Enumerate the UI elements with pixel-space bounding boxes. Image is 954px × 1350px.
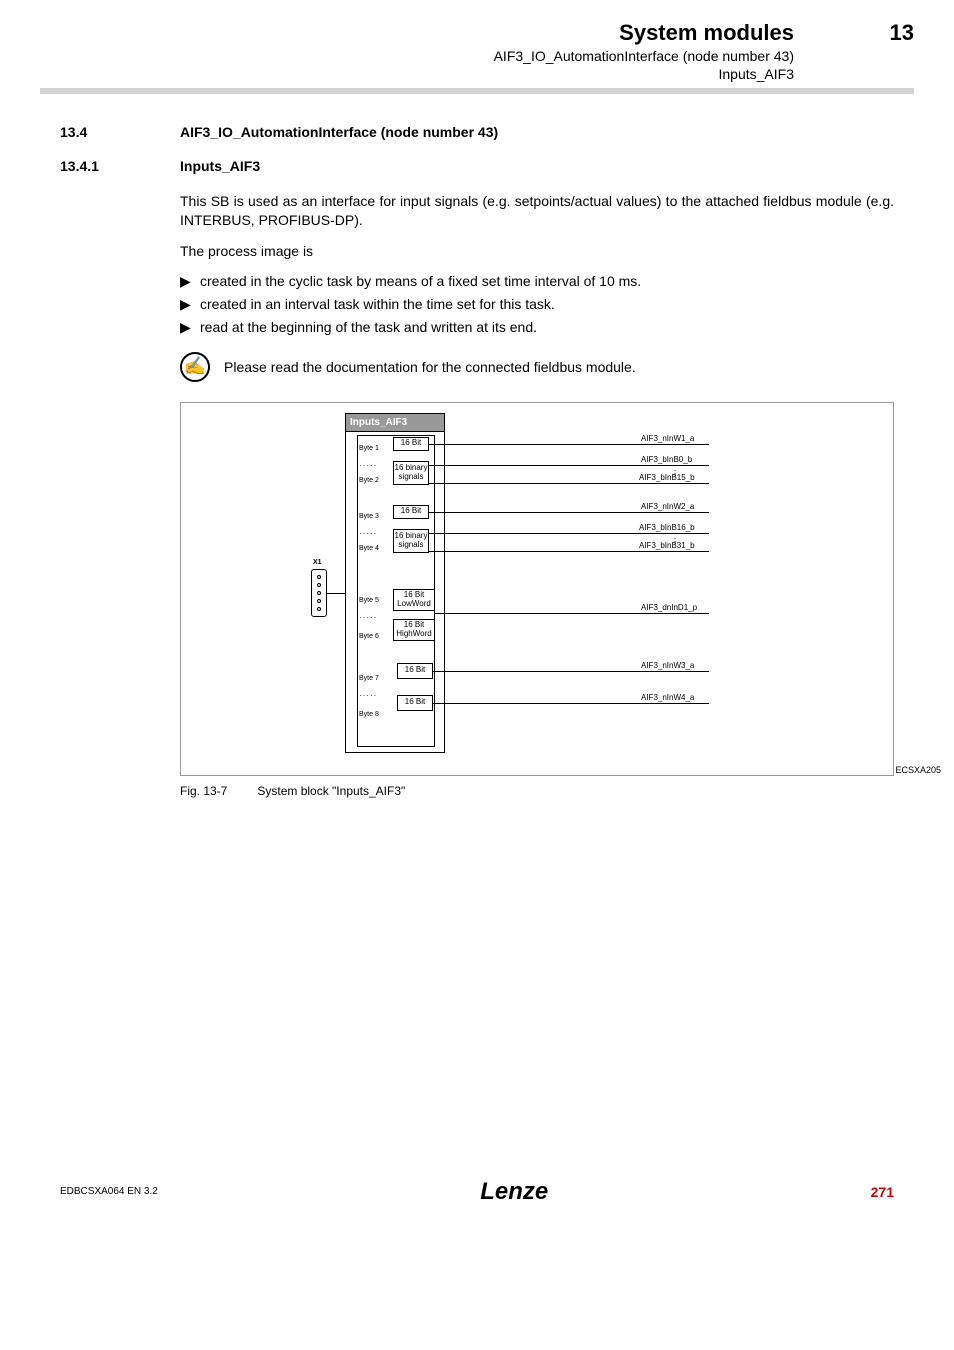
page-title: System modules <box>40 20 794 46</box>
signal-box: 16 Bit HighWord <box>393 619 435 641</box>
signal-box: 16 Bit <box>397 663 433 679</box>
paragraph-1: This SB is used as an interface for inpu… <box>180 192 894 230</box>
header-subtitle-2: Inputs_AIF3 <box>40 66 794 82</box>
signal-label: AIF3_nInW1_a <box>641 434 694 443</box>
signal-label: AIF3_bInB15_b <box>639 473 695 482</box>
signal-box: 16 Bit <box>393 505 429 519</box>
subsection-number: 13.4.1 <box>60 158 180 174</box>
tip-icon: ✍ <box>180 352 210 382</box>
signal-label: AIF3_nInW3_a <box>641 661 694 670</box>
signal-label: AIF3_bInB31_b <box>639 541 695 550</box>
section-title: AIF3_IO_AutomationInterface (node number… <box>180 124 498 140</box>
system-block-diagram: X1 Inputs_AIF3 Byte 1 ····· Byte 2 Byte … <box>180 402 894 776</box>
bullet-arrow-icon: ▶ <box>180 296 200 313</box>
signal-box: 16 binary signals <box>393 461 429 485</box>
bullet-3: read at the beginning of the task and wr… <box>200 319 537 336</box>
paragraph-2: The process image is <box>180 242 894 261</box>
bullet-arrow-icon: ▶ <box>180 319 200 336</box>
byte-label: Byte 1 <box>359 445 379 453</box>
signal-label: AIF3_nInW2_a <box>641 502 694 511</box>
page-number: 271 <box>871 1184 894 1200</box>
byte-label: Byte 4 <box>359 545 379 553</box>
byte-label: Byte 6 <box>359 633 379 641</box>
signal-label: AIF3_dnInD1_p <box>641 603 697 612</box>
tip-text: Please read the documentation for the co… <box>224 359 636 375</box>
header-subtitle-1: AIF3_IO_AutomationInterface (node number… <box>40 48 794 64</box>
figure-caption: System block "Inputs_AIF3" <box>257 784 405 798</box>
subsection-title: Inputs_AIF3 <box>180 158 260 174</box>
section-number: 13.4 <box>60 124 180 140</box>
diagram-id: ECSXA205 <box>895 765 941 775</box>
header-divider <box>40 88 914 94</box>
byte-label: Byte 8 <box>359 711 379 719</box>
signal-box: 16 binary signals <box>393 529 429 553</box>
bullet-2: created in an interval task within the t… <box>200 296 555 313</box>
byte-label: Byte 3 <box>359 513 379 521</box>
signal-box: 16 Bit <box>393 437 429 451</box>
bullet-1: created in the cyclic task by means of a… <box>200 273 641 290</box>
byte-label: Byte 5 <box>359 597 379 605</box>
signal-label: AIF3_bInB0_b <box>641 455 692 464</box>
signal-label: AIF3_bInB16_b <box>639 523 695 532</box>
chapter-number: 13 <box>854 20 914 46</box>
footer-doc-id: EDBCSXA064 EN 3.2 <box>60 1186 158 1197</box>
figure-number: Fig. 13-7 <box>180 784 227 798</box>
signal-box: 16 Bit <box>397 695 433 711</box>
block-title: Inputs_AIF3 <box>346 414 444 432</box>
byte-label: Byte 2 <box>359 477 379 485</box>
byte-label: Byte 7 <box>359 675 379 683</box>
connector-label: X1 <box>313 559 322 566</box>
bullet-arrow-icon: ▶ <box>180 273 200 290</box>
brand-logo: Lenze <box>480 1178 548 1206</box>
connector-x1 <box>311 569 327 617</box>
signal-box: 16 Bit LowWord <box>393 589 435 611</box>
signal-label: AIF3_nInW4_a <box>641 693 694 702</box>
